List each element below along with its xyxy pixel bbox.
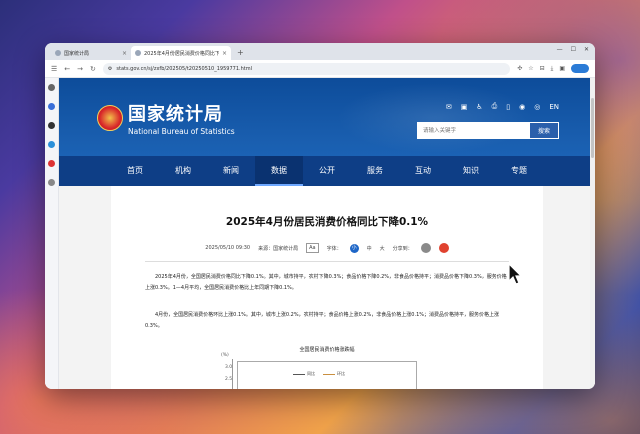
chart-tick-label: 3.0 — [225, 365, 233, 370]
cpi-chart: (%) 3.0 2.5 同比 环比 — [221, 353, 422, 389]
extensions-icon[interactable]: ✣ — [517, 65, 522, 72]
downloads-icon[interactable]: ⤓ — [551, 65, 554, 73]
chart-unit: (%) — [221, 353, 229, 358]
site-info-icon[interactable]: ⚙ — [108, 66, 112, 72]
window-controls: — ☐ ✕ — [557, 46, 589, 53]
main-nav: 首页 机构 新闻 数据 公开 服务 互动 知识 专题 — [59, 156, 595, 186]
sidebar-toggle-icon[interactable]: ☰ — [51, 65, 57, 73]
toolbar-actions: ✣ ☆ ⊟ ⤓ ▣ — [517, 64, 589, 73]
maximize-icon[interactable]: ☐ — [571, 46, 576, 53]
share-wechat-icon[interactable] — [420, 243, 431, 253]
close-window-icon[interactable]: ✕ — [584, 46, 589, 53]
chart-legend: 同比 环比 — [293, 371, 345, 377]
site-search: 搜索 — [417, 122, 559, 139]
mail-icon[interactable]: ✉ — [446, 103, 452, 111]
meta-divider — [145, 261, 509, 262]
tab-close-icon[interactable]: × — [122, 50, 127, 57]
minimize-icon[interactable]: — — [557, 46, 563, 53]
bookmark-star-icon[interactable]: ☆ — [528, 65, 533, 72]
scroll-thumb[interactable] — [591, 98, 594, 158]
nav-data[interactable]: 数据 — [255, 156, 303, 186]
mobile-icon[interactable]: ▯ — [506, 103, 510, 111]
site-header: 国家统计局 National Bureau of Statistics ✉ ▣ … — [59, 78, 595, 186]
header-decoration — [175, 78, 595, 156]
forward-icon[interactable]: → — [77, 65, 83, 73]
sidebar-chat-icon[interactable] — [48, 141, 55, 148]
url-text: stats.gov.cn/sj/zxfb/202505/t20250510_19… — [116, 65, 252, 72]
page-scrollbar[interactable] — [590, 78, 595, 389]
tab-title: 2025年4月份居民消费价格同比下降0.1% — [144, 50, 219, 57]
sidebar-mail-icon[interactable] — [48, 160, 55, 167]
tab-title: 国家统计局 — [64, 50, 90, 57]
article-paragraph-2: 4月份，全国居民消费价格环比上涨0.1%。其中，城市上涨0.2%，农村持平；食品… — [145, 312, 499, 329]
header-icons: ✉ ▣ ♿ ⎙ ▯ ◉ ◎ EN — [446, 102, 559, 111]
reload-icon[interactable]: ↻ — [90, 65, 96, 73]
nav-organization[interactable]: 机构 — [159, 156, 207, 186]
font-large-button[interactable]: 大 — [380, 245, 385, 252]
nav-news[interactable]: 新闻 — [207, 156, 255, 186]
account-icon[interactable]: ▣ — [559, 65, 565, 72]
search-input[interactable] — [417, 122, 529, 139]
sidebar-star-icon[interactable] — [48, 84, 55, 91]
tab-strip-icon[interactable]: ⊟ — [540, 65, 545, 72]
article-source: 来源：国家统计局 — [258, 245, 299, 252]
mouse-cursor-icon — [508, 263, 522, 285]
article-body: 2025年4月份居民消费价格同比下降0.1% 2025/05/10 09:30 … — [111, 186, 543, 389]
font-label: 字体： — [326, 245, 342, 252]
site-favicon-icon — [135, 50, 141, 56]
logo-chinese: 国家统计局 — [128, 104, 223, 125]
article-paragraph-1: 2025年4月份，全国居民消费价格同比下降0.1%。其中，城市持平，农村下降0.… — [145, 274, 507, 291]
back-icon[interactable]: ← — [64, 65, 70, 73]
article-meta: 2025/05/10 09:30 来源：国家统计局 Aa 字体： 小 中 大 分… — [145, 243, 509, 253]
image-icon[interactable]: ▣ — [461, 103, 468, 111]
font-medium-button[interactable]: 中 — [367, 245, 372, 252]
web-page: 国家统计局 National Bureau of Statistics ✉ ▣ … — [59, 78, 595, 389]
profile-avatar[interactable] — [571, 64, 589, 73]
site-logo[interactable]: 国家统计局 National Bureau of Statistics — [97, 100, 235, 136]
share-label: 分享到： — [392, 245, 413, 252]
nav-interaction[interactable]: 互动 — [399, 156, 447, 186]
print-icon[interactable]: ⎙ — [492, 102, 498, 111]
nav-knowledge[interactable]: 知识 — [447, 156, 495, 186]
national-emblem-icon — [97, 105, 123, 131]
share-weibo-icon[interactable] — [438, 243, 449, 253]
browser-content: 国家统计局 National Bureau of Statistics ✉ ▣ … — [45, 78, 595, 389]
accessibility-icon[interactable]: ♿ — [476, 103, 482, 111]
tab-bar: 国家统计局 × 2025年4月份居民消费价格同比下降0.1% × + — ☐ ✕ — [45, 43, 595, 60]
sidebar-search-icon[interactable] — [48, 103, 55, 110]
language-en-link[interactable]: EN — [549, 103, 559, 111]
nav-topics[interactable]: 专题 — [495, 156, 543, 186]
legend-item-mom: 环比 — [323, 371, 345, 377]
tab-close-icon[interactable]: × — [222, 50, 227, 57]
legend-item-yoy: 同比 — [293, 371, 315, 377]
nav-home[interactable]: 首页 — [111, 156, 159, 186]
article-date: 2025/05/10 09:30 — [205, 245, 251, 251]
font-size-aa-button[interactable]: Aa — [306, 243, 319, 253]
chart-title: 全国居民消费价格涨跌幅 — [299, 347, 355, 353]
nav-services[interactable]: 服务 — [351, 156, 399, 186]
sidebar-more-icon[interactable] — [48, 179, 55, 186]
site-favicon-icon — [55, 50, 61, 56]
sidebar-app-icon[interactable] — [48, 122, 55, 129]
tab-article[interactable]: 2025年4月份居民消费价格同比下降0.1% × — [131, 46, 231, 60]
chart-tick-label: 2.5 — [225, 377, 233, 382]
weibo-icon[interactable]: ◉ — [519, 103, 525, 111]
nav-disclosure[interactable]: 公开 — [303, 156, 351, 186]
browser-sidebar — [45, 78, 59, 389]
article-title: 2025年4月份居民消费价格同比下降0.1% — [225, 216, 429, 228]
browser-toolbar: ☰ ← → ↻ ⚙ stats.gov.cn/sj/zxfb/202505/t2… — [45, 60, 595, 78]
tab-nbs-home[interactable]: 国家统计局 × — [51, 46, 131, 60]
search-button[interactable]: 搜索 — [529, 122, 559, 139]
address-bar[interactable]: ⚙ stats.gov.cn/sj/zxfb/202505/t20250510_… — [102, 62, 511, 75]
new-tab-button[interactable]: + — [237, 46, 244, 60]
font-small-button[interactable]: 小 — [349, 243, 359, 253]
logo-english: National Bureau of Statistics — [128, 127, 235, 136]
wechat-icon[interactable]: ◎ — [534, 103, 540, 111]
browser-window: 国家统计局 × 2025年4月份居民消费价格同比下降0.1% × + — ☐ ✕… — [45, 43, 595, 389]
